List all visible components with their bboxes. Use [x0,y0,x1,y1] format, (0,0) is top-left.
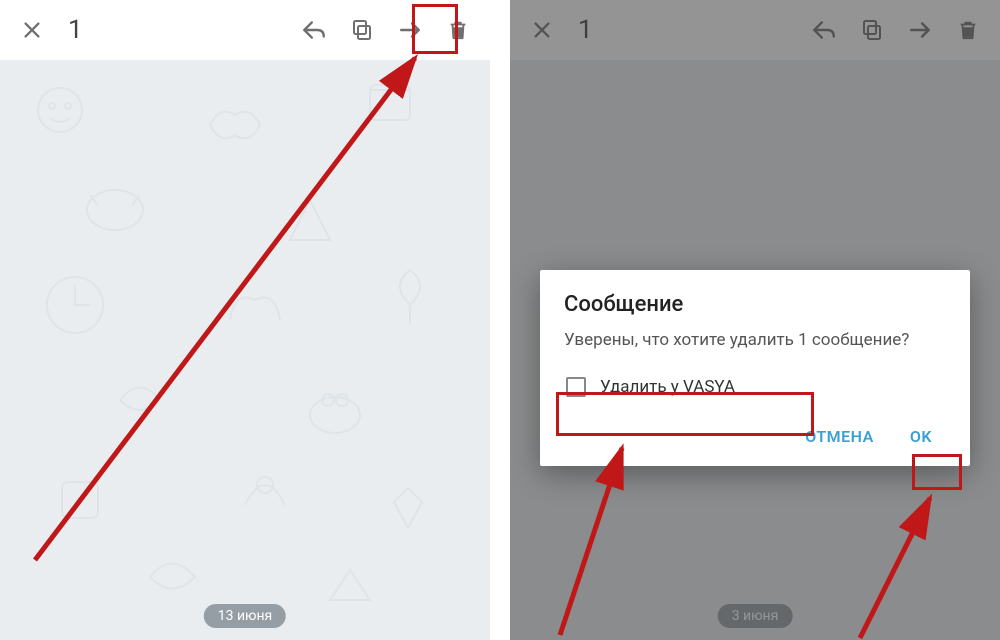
annotation-highlight-checkbox [556,392,814,436]
chat-background: 13 июня [0,60,490,640]
copy-button[interactable] [338,6,386,54]
ok-button[interactable]: OK [896,417,946,456]
reply-button[interactable] [290,6,338,54]
close-button[interactable] [8,6,56,54]
doodle-pattern [0,60,490,640]
dialog-message: Уверены, что хотите удалить 1 сообщение? [564,329,946,353]
pane-left: 1 [0,0,490,640]
delete-dialog: Сообщение Уверены, что хотите удалить 1 … [540,270,970,466]
annotation-highlight-trash [412,4,458,54]
date-chip: 13 июня [204,604,286,628]
annotation-highlight-ok [912,454,962,490]
dialog-title: Сообщение [564,292,946,317]
pane-right: 1 3 июня Сообщение Уверены, что хотите у… [510,0,1000,640]
selected-count: 1 [56,15,96,45]
